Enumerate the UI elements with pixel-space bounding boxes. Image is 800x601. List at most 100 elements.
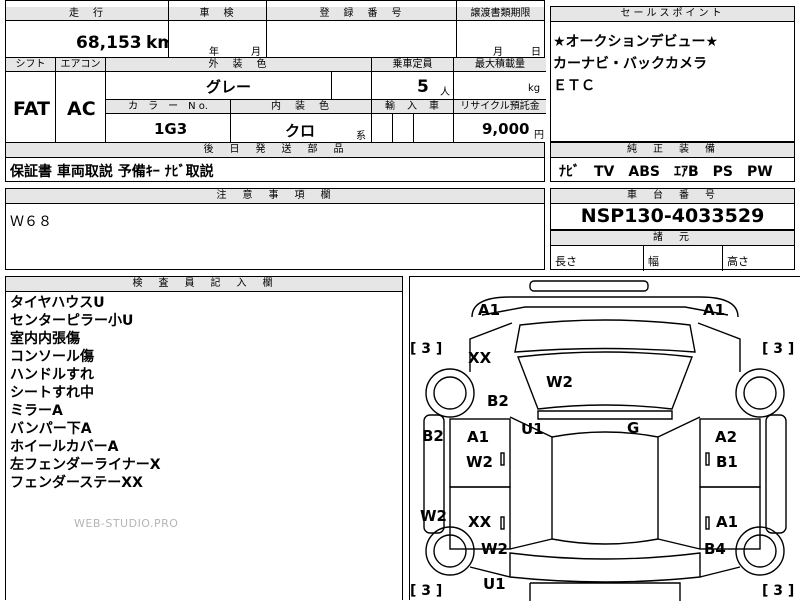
capacity-cell: 乗車定員 5 人 (372, 58, 454, 100)
transfer-cell: 譲渡書類期限 月 日 (457, 1, 544, 58)
bracket-left-bottom: [ 3 ] (410, 583, 443, 599)
bracket-right-top: [ 3 ] (762, 341, 795, 357)
max-load-unit: kg (528, 83, 541, 94)
damage-mark-right-door-b1: B1 (716, 453, 738, 471)
right-front-handle (705, 452, 710, 466)
interior-color-cell: 内 装 色 クロ 系 (231, 100, 372, 143)
import-divider-2 (413, 113, 414, 143)
max-load-label: 最大積載量 (454, 58, 546, 72)
damage-mark-rear-u1: U1 (483, 575, 506, 593)
damage-mark-right-door-a2: A2 (715, 428, 738, 446)
dimension-width-label: 幅 (648, 255, 659, 268)
exterior-color-label: 外 装 色 (106, 58, 371, 72)
inspection-year-unit: 年 (209, 47, 219, 58)
dimensions-label: 諸 元 (551, 231, 794, 246)
damage-mark-left-door-a1: A1 (467, 428, 490, 446)
dimension-width: 幅 (643, 245, 723, 271)
left-front-wheel-inner (433, 376, 467, 410)
damage-mark-rear-left-w2: W2 (481, 540, 508, 558)
damage-mark-front-left-a1: A1 (478, 301, 501, 319)
hood-shape (514, 319, 696, 353)
interior-color-label: 内 装 色 (231, 100, 371, 114)
sales-point-box: セールスポイント ★オークションデビュー★ カーナビ・バックカメラ ＥＴＣ (550, 6, 795, 142)
inspector-item: コンソール傷 (10, 349, 94, 365)
damage-mark-left-door-w2: W2 (466, 453, 493, 471)
color-number-label: カ ラ ー N o. (106, 100, 230, 114)
shift-value: FAT (13, 98, 50, 120)
sales-point-label: セールスポイント (551, 7, 794, 22)
windshield-shape (517, 351, 693, 410)
interior-color-unit: 系 (356, 131, 366, 142)
chassis-value: NSP130-4033529 (580, 205, 765, 227)
right-front-wheel-outer (735, 368, 785, 418)
bracket-left-top: [ 3 ] (410, 341, 443, 357)
ac-label: エアコン (56, 58, 105, 72)
roof-front-edge (537, 410, 673, 420)
standard-equipment-box: 純 正 装 備 ﾅﾋﾞ TV ABS ｴｱB PS PW (550, 142, 795, 182)
inspector-item: 室内内張傷 (10, 331, 80, 347)
right-sill (765, 414, 787, 534)
damage-mark-right-rear-a1: A1 (716, 513, 739, 531)
capacity-unit: 人 (440, 87, 450, 98)
import-label: 輸 入 車 (372, 100, 453, 114)
left-rear-handle (500, 516, 505, 530)
sales-point-line-1: ★オークションデビュー★ (553, 34, 719, 50)
front-bumper-shape (529, 280, 649, 292)
dimensions-box: 諸 元 長さ 幅 高さ (550, 230, 795, 271)
damage-mark-left-b2-upper: B2 (487, 392, 509, 410)
damage-mark-front-right-a1: A1 (703, 301, 726, 319)
dimension-length: 長さ (551, 245, 644, 271)
chassis-box: 車 台 番 号 NSP130-4033529 (550, 188, 795, 230)
damage-mark-windshield-w2: W2 (546, 373, 573, 391)
later-parts-label: 後 日 発 送 部 品 (6, 143, 544, 158)
transfer-day-unit: 日 (531, 47, 541, 58)
inspector-item: センターピラー小U (10, 313, 134, 329)
right-front-wheel-inner (743, 376, 777, 410)
notes-value: Ｗ６８ (10, 214, 52, 230)
watermark: WEB-STUDIO.PRO (74, 517, 179, 530)
dimension-height: 高さ (722, 245, 794, 271)
inspector-label: 検 査 員 記 入 欄 (6, 277, 402, 292)
trunk-shape (529, 582, 681, 601)
recycle-unit: 円 (534, 130, 544, 141)
car-diagram-box: A1 A1 [ 3 ] [ 3 ] XX W2 B2 U1 G B2 A1 W2… (409, 276, 800, 601)
right-front-fender (697, 322, 741, 372)
transfer-month-unit: 月 (493, 47, 503, 58)
ac-value: AC (67, 98, 96, 120)
left-front-wheel-outer (425, 368, 475, 418)
damage-mark-right-b4: B4 (704, 540, 726, 558)
interior-color-value: クロ (285, 122, 316, 140)
inspector-box: 検 査 員 記 入 欄 タイヤハウスU センターピラー小U 室内内張傷 コンソー… (5, 276, 403, 600)
inspector-item: フェンダーステーXX (10, 475, 143, 491)
inspector-item: ホイールカバーA (10, 439, 119, 455)
standard-equipment-value: ﾅﾋﾞ TV ABS ｴｱB PS PW (559, 164, 773, 180)
exterior-color-value: グレー (206, 78, 252, 96)
grille-line (481, 306, 729, 316)
registration-label: 登 録 番 号 (267, 7, 456, 21)
later-parts-box: 後 日 発 送 部 品 保証書 車両取説 予備ｷｰ ﾅﾋﾞ取説 (5, 142, 545, 182)
color-number-value: 1G3 (154, 120, 188, 138)
sales-point-line-3: ＥＴＣ (553, 78, 595, 94)
inspector-list: タイヤハウスU センターピラー小U 室内内張傷 コンソール傷 ハンドルすれ シー… (10, 294, 161, 492)
mileage-label: 走 行 (6, 7, 168, 21)
color-number-cell: カ ラ ー N o. 1G3 (106, 100, 231, 143)
import-divider-1 (392, 113, 393, 143)
inspector-item: 左フェンダーライナーX (10, 457, 161, 473)
inspection-month-unit: 月 (251, 47, 261, 58)
bracket-right-bottom: [ 3 ] (762, 583, 795, 599)
mileage-cell: 走 行 68,153 km (6, 1, 175, 58)
inspection-label: 車 検 (169, 7, 266, 21)
recycle-value: 9,000 (482, 120, 530, 138)
inspector-item: ハンドルすれ (10, 367, 94, 383)
registration-cell: 登 録 番 号 (267, 1, 457, 58)
left-front-handle (500, 452, 505, 466)
damage-mark-center-g: G (627, 419, 640, 437)
exterior-divider (331, 71, 332, 100)
later-parts-value: 保証書 車両取説 予備ｷｰ ﾅﾋﾞ取説 (10, 164, 214, 180)
standard-equipment-label: 純 正 装 備 (551, 143, 794, 158)
damage-mark-rear-left-xx: XX (468, 513, 492, 531)
rear-window-shape (509, 552, 701, 583)
inspector-item: タイヤハウスU (10, 295, 105, 311)
notes-label: 注 意 事 項 欄 (6, 189, 544, 204)
notes-box: 注 意 事 項 欄 Ｗ６８ (5, 188, 545, 270)
